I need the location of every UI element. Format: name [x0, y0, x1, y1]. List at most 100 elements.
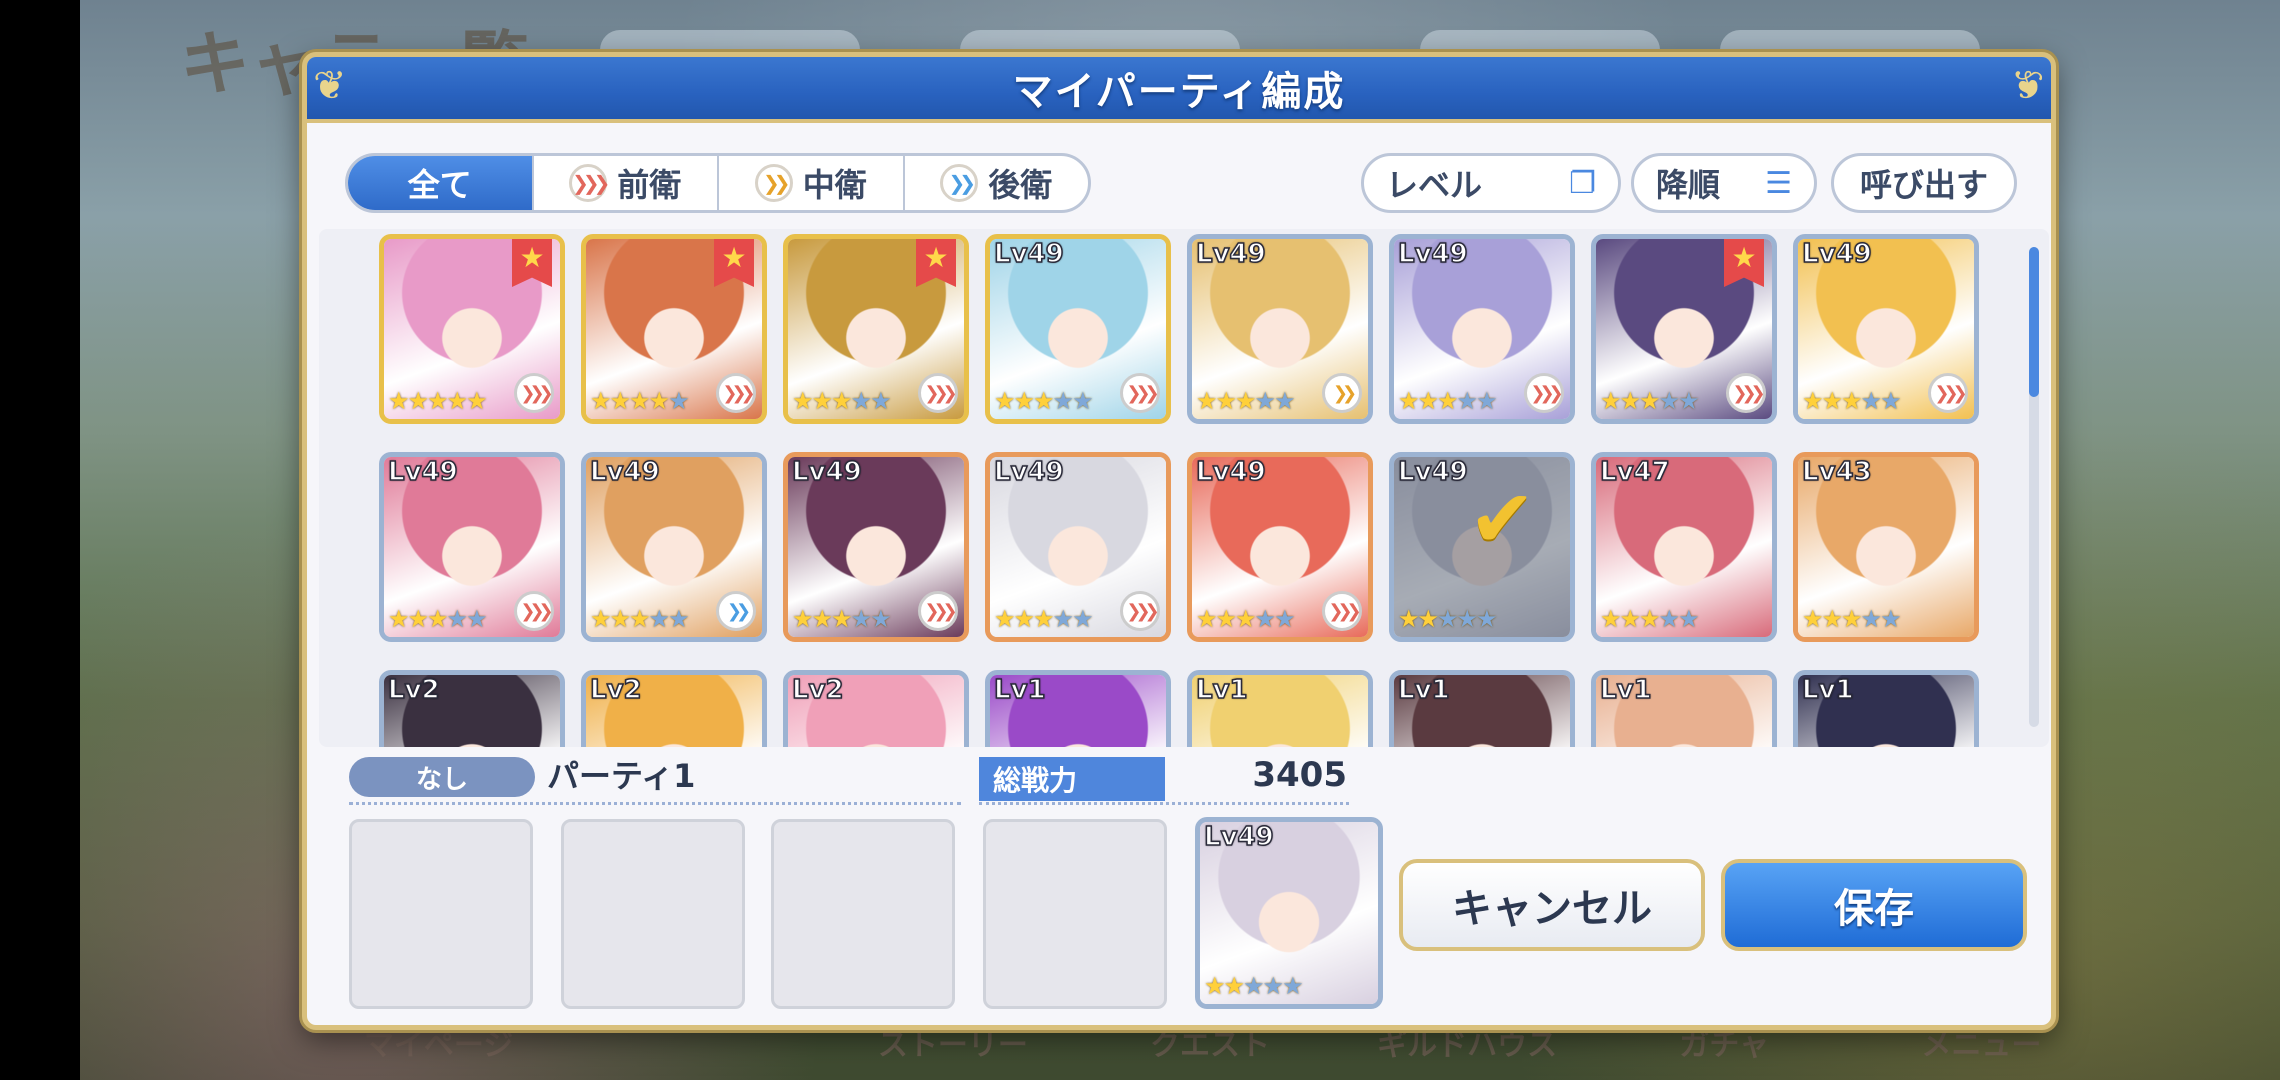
rarity-stars: ★★★★★: [792, 605, 892, 633]
star-icon: ★: [1639, 387, 1660, 415]
rarity-stars: ★★★★★: [590, 605, 690, 633]
star-icon: ★: [1678, 387, 1699, 415]
order-label: 降順: [1656, 166, 1721, 204]
character-card[interactable]: Lv49 ★★★★★ ✔: [1389, 452, 1575, 642]
star-icon: ★: [1821, 605, 1843, 633]
star-icon: ★: [1841, 387, 1862, 415]
front-position-icon: ❯❯❯: [1524, 373, 1564, 413]
middle-position-icon: ❯❯: [754, 164, 793, 202]
tab-label: 全て: [407, 166, 472, 204]
save-button[interactable]: 保存: [1721, 859, 2027, 951]
party-slot-2[interactable]: [561, 819, 745, 1009]
tab-middle[interactable]: ❯❯ 中衛: [719, 156, 905, 210]
sort-level-button[interactable]: レベル ❐: [1361, 153, 1621, 213]
party-slot-5[interactable]: Lv49 ★★★★★: [1195, 817, 1383, 1009]
character-card[interactable]: Lv49 ★★★★★ ❯❯❯: [379, 452, 565, 642]
rarity-stars: ★★★★★: [388, 605, 488, 633]
character-grid: ★ ★★★★★ ❯❯❯ ★ ★★★★★ ❯❯❯ ★ ★★★★★ ❯❯❯ Lv49 ★★★★★ ❯❯❯ L…: [319, 229, 2049, 747]
star-icon: ★: [850, 387, 872, 415]
character-card[interactable]: Lv49 ★★★★★ ❯❯❯: [985, 234, 1171, 424]
sort-label: レベル: [1386, 166, 1483, 204]
rarity-stars: ★★★★★: [994, 605, 1094, 633]
sort-order-button[interactable]: 降順 ☰: [1631, 153, 1817, 213]
load-label: 呼び出す: [1859, 166, 1988, 204]
star-icon: ★: [1658, 387, 1680, 415]
star-icon: ★: [1437, 605, 1458, 633]
party-slot-3[interactable]: [771, 819, 955, 1009]
rarity-stars: ★★★★★: [792, 387, 892, 415]
character-card[interactable]: Lv43 ★★★★★: [1793, 452, 1979, 642]
rarity-stars: ★★★★★: [1600, 605, 1700, 633]
star-icon: ★: [1254, 387, 1276, 415]
cancel-button[interactable]: キャンセル: [1399, 859, 1705, 951]
star-icon: ★: [1052, 387, 1074, 415]
character-card[interactable]: ★ ★★★★★ ❯❯❯: [783, 234, 969, 424]
position-filter-tabs: 全て ❯❯❯ 前衛 ❯❯ 中衛 ❯❯ 後衛: [345, 153, 1091, 213]
character-card[interactable]: Lv2: [783, 670, 969, 747]
star-icon: ★: [407, 387, 429, 415]
front-position-icon: ❯❯❯: [918, 373, 958, 413]
total-power-label: 総戦力: [979, 757, 1165, 801]
character-card[interactable]: ★ ★★★★★ ❯❯❯: [379, 234, 565, 424]
character-card[interactable]: Lv1: [1187, 670, 1373, 747]
window-icon: ❐: [1569, 165, 1596, 201]
character-card[interactable]: Lv49 ★★★★★ ❯❯: [1187, 234, 1373, 424]
tab-back[interactable]: ❯❯ 後衛: [905, 156, 1089, 210]
character-card[interactable]: Lv49 ★★★★★ ❯❯: [581, 452, 767, 642]
character-card[interactable]: Lv49 ★★★★★ ❯❯❯: [1389, 234, 1575, 424]
grid-scrollbar[interactable]: [2029, 247, 2039, 727]
character-card[interactable]: Lv49 ★★★★★ ❯❯❯: [985, 452, 1171, 642]
character-card[interactable]: Lv1: [1793, 670, 1979, 747]
level-label: Lv49: [993, 239, 1064, 270]
level-label: Lv1: [993, 675, 1046, 706]
level-label: Lv49: [1195, 239, 1266, 270]
star-icon: ★: [609, 605, 631, 633]
level-label: Lv47: [1599, 457, 1670, 488]
sort-lines-icon: ☰: [1765, 165, 1792, 201]
character-card[interactable]: Lv1: [985, 670, 1171, 747]
party-slot-1[interactable]: [349, 819, 533, 1009]
character-card[interactable]: Lv49 ★★★★★ ❯❯❯: [1793, 234, 1979, 424]
character-card[interactable]: Lv1: [1591, 670, 1777, 747]
level-label: Lv49: [1397, 239, 1468, 270]
level-label: Lv1: [1599, 675, 1652, 706]
character-card[interactable]: Lv49 ★★★★★ ❯❯❯: [1187, 452, 1373, 642]
front-position-icon: ❯❯❯: [569, 164, 610, 202]
star-icon: ★: [1215, 605, 1237, 633]
star-icon: ★: [1196, 387, 1217, 415]
star-icon: ★: [1802, 387, 1823, 415]
load-party-button[interactable]: 呼び出す: [1831, 153, 2017, 213]
level-label: Lv2: [589, 675, 642, 706]
star-icon: ★: [388, 387, 409, 415]
star-icon: ★: [1235, 605, 1256, 633]
rarity-stars: ★★★★★: [590, 387, 690, 415]
star-icon: ★: [1880, 605, 1901, 633]
character-card[interactable]: ★ ★★★★★ ❯❯❯: [581, 234, 767, 424]
character-card[interactable]: ★ ★★★★★ ❯❯❯: [1591, 234, 1777, 424]
tab-all[interactable]: 全て: [348, 156, 534, 210]
front-position-icon: ❯❯❯: [1322, 591, 1362, 631]
star-icon: ★: [1476, 605, 1497, 633]
character-card[interactable]: Lv1: [1389, 670, 1575, 747]
front-position-icon: ❯❯❯: [716, 373, 756, 413]
star-icon: ★: [850, 605, 872, 633]
star-icon: ★: [629, 387, 650, 415]
star-icon: ★: [1033, 605, 1054, 633]
party-name[interactable]: パーティ1: [547, 751, 695, 797]
character-card[interactable]: Lv2: [379, 670, 565, 747]
star-icon: ★: [1052, 605, 1074, 633]
character-card[interactable]: Lv47 ★★★★★: [1591, 452, 1777, 642]
checkmark-icon: ✔: [1468, 472, 1536, 566]
party-slot-4[interactable]: [983, 819, 1167, 1009]
star-icon: ★: [648, 605, 670, 633]
scrollbar-thumb[interactable]: [2029, 247, 2039, 397]
level-label: Lv43: [1801, 457, 1872, 488]
character-card[interactable]: Lv2: [581, 670, 767, 747]
level-label: Lv49: [791, 457, 862, 488]
rarity-stars: ★★★★★: [994, 387, 1094, 415]
front-position-icon: ❯❯❯: [1928, 373, 1968, 413]
character-card[interactable]: Lv49 ★★★★★ ❯❯❯: [783, 452, 969, 642]
level-label: Lv49: [387, 457, 458, 488]
tab-front[interactable]: ❯❯❯ 前衛: [534, 156, 719, 210]
level-label: Lv1: [1397, 675, 1450, 706]
